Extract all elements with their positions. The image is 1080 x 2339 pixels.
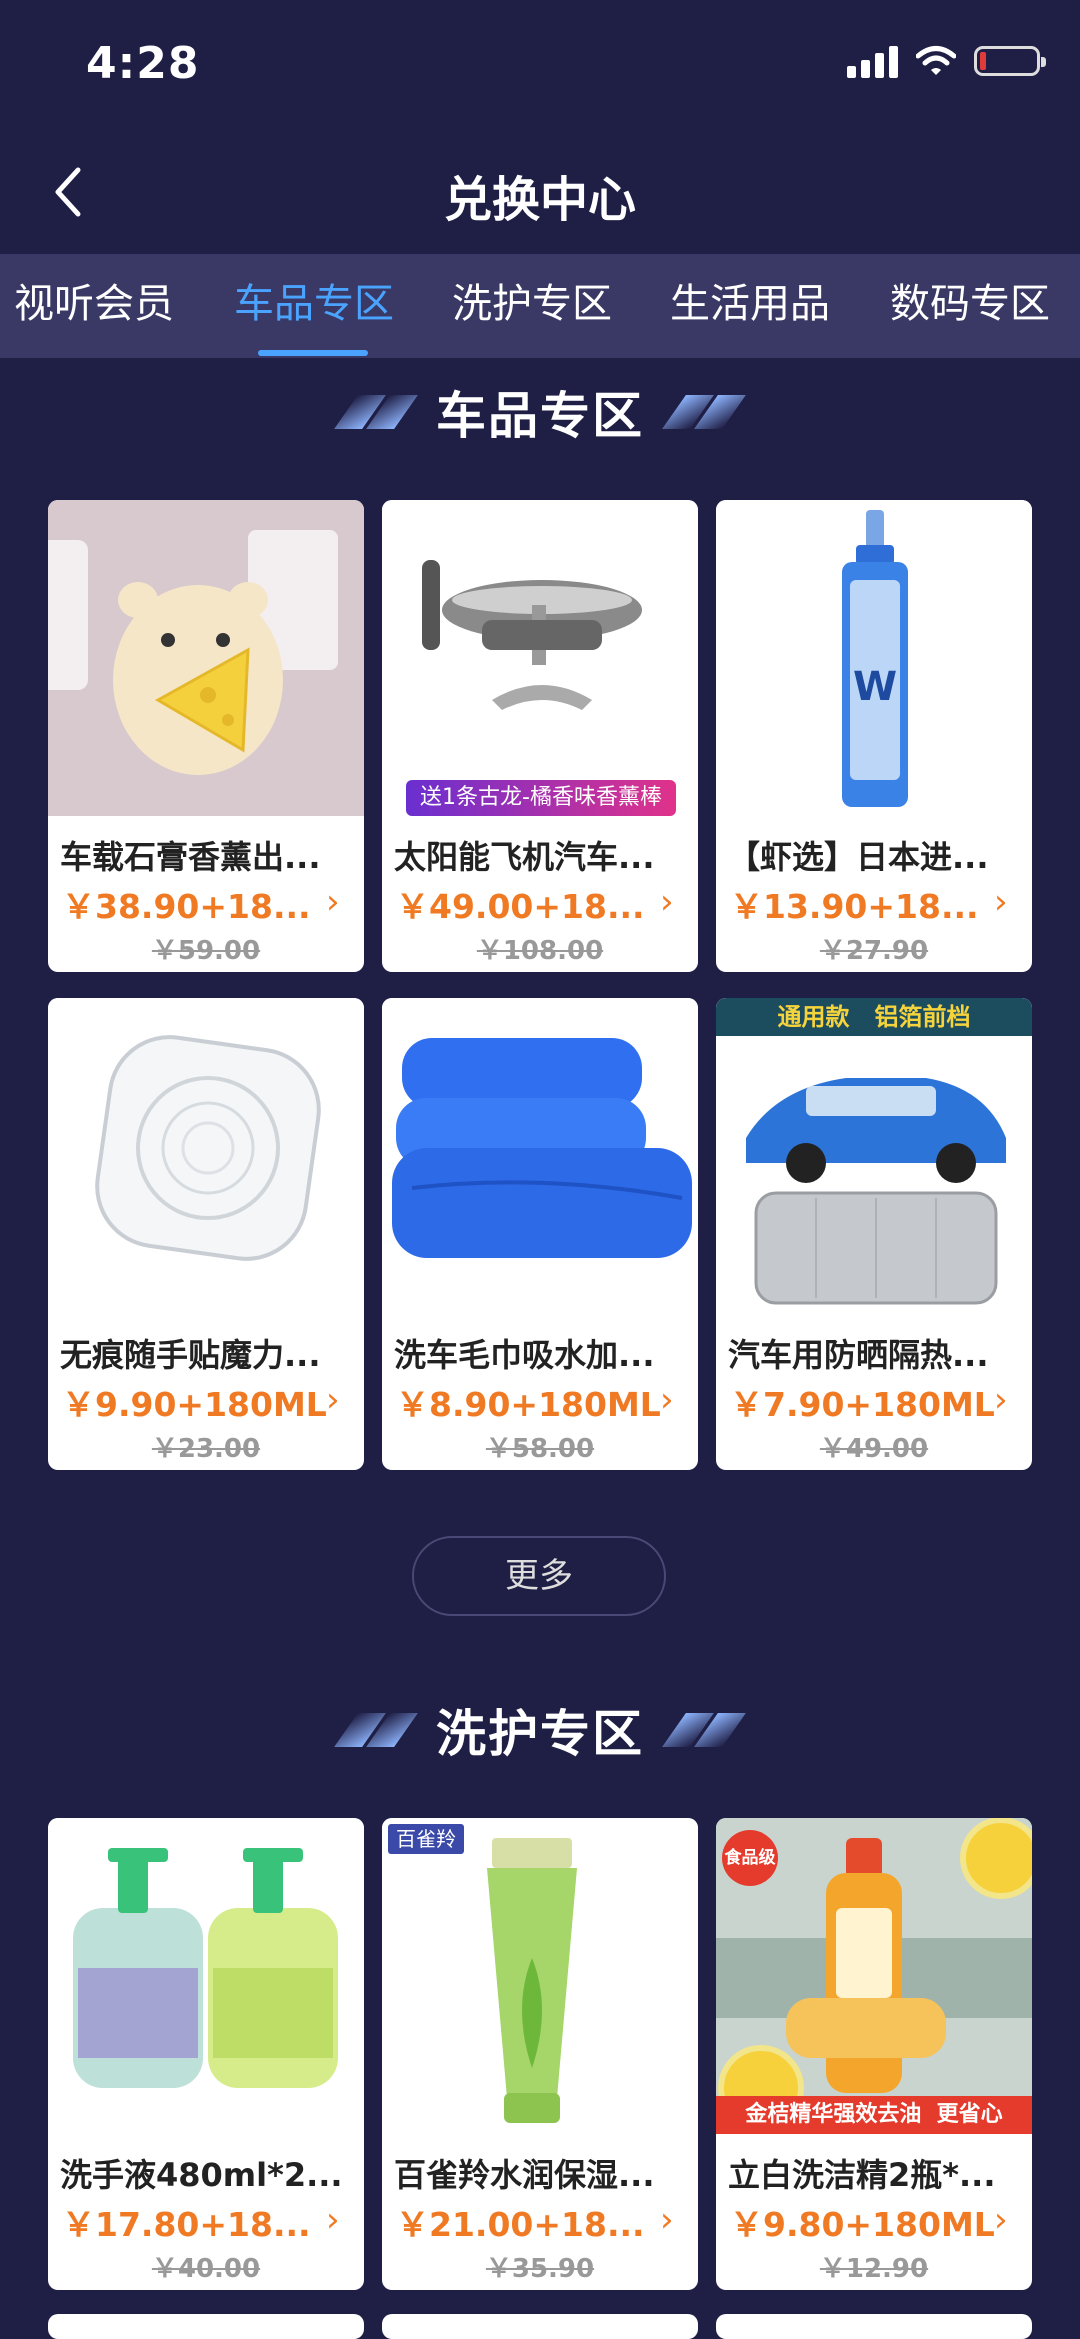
wifi-icon — [916, 46, 956, 75]
tab-video-membership[interactable]: 视听会员 — [14, 254, 174, 358]
header: 兑换中心 — [0, 130, 1080, 254]
chevron-right-icon: › — [326, 882, 340, 922]
signal-icon — [847, 44, 898, 78]
page-title: 兑换中心 — [443, 172, 636, 228]
original-price: ￥108.00 — [476, 936, 604, 966]
product-name: 洗手液480ml*2... — [60, 2156, 343, 2194]
product-price: ￥38.90+18... — [62, 887, 311, 926]
tab-wash-care[interactable]: 洗护专区 — [452, 254, 612, 358]
product-card[interactable]: 车载石膏香薰出... ￥38.90+18... › ￥59.00 — [48, 500, 364, 972]
product-card[interactable]: 洗手液480ml*2... ￥17.80+18... › ￥40.00 — [48, 1818, 364, 2290]
product-name: 汽车用防晒隔热... — [728, 1336, 989, 1374]
product-card[interactable]: 无痕随手贴魔力... ￥9.90+180ML › ￥23.00 — [48, 998, 364, 1470]
product-price: ￥7.90+180ML — [730, 1385, 995, 1424]
product-image: 百雀羚 — [382, 1818, 698, 2134]
chevron-right-icon: › — [660, 2200, 674, 2240]
section-decoration-right — [662, 395, 746, 429]
product-price: ￥21.00+18... — [396, 2205, 645, 2244]
product-image: W — [716, 500, 1032, 816]
original-price: ￥12.90 — [819, 2254, 929, 2284]
product-name: 车载石膏香薰出... — [60, 838, 321, 876]
product-card[interactable]: 食品级 金桔精华强效去油 更省心 立白洗洁精2瓶*... ￥9.80+180ML… — [716, 1818, 1032, 2290]
chevron-right-icon: › — [994, 882, 1008, 922]
product-name: 【虾选】日本进... — [728, 838, 989, 876]
product-image — [382, 998, 698, 1314]
product-price: ￥9.80+180ML — [730, 2205, 995, 2244]
chevron-right-icon: › — [660, 1380, 674, 1420]
original-price: ￥40.00 — [151, 2254, 261, 2284]
product-card[interactable]: 通用款 铝箔前档 汽车用防晒隔热... ￥7.90+180ML › ￥49.00 — [716, 998, 1032, 1470]
product-image — [48, 1818, 364, 2134]
product-card[interactable] — [48, 2314, 364, 2339]
original-price: ￥35.90 — [485, 2254, 595, 2284]
chevron-right-icon: › — [994, 2200, 1008, 2240]
brand-badge: 食品级 — [722, 1830, 778, 1886]
product-card[interactable]: 洗车毛巾吸水加... ￥8.90+180ML › ￥58.00 — [382, 998, 698, 1470]
product-card[interactable] — [716, 2314, 1032, 2339]
product-image — [48, 500, 364, 816]
more-button[interactable]: 更多 — [412, 1536, 666, 1616]
status-time: 4:28 — [86, 38, 200, 89]
section-title: 洗护专区 — [436, 1705, 644, 1763]
section-decoration-left — [334, 395, 418, 429]
product-card[interactable]: 百雀羚 百雀羚水润保湿... ￥21.00+18... › ￥35.90 — [382, 1818, 698, 2290]
product-image: 食品级 金桔精华强效去油 更省心 — [716, 1818, 1032, 2134]
status-icons — [847, 44, 1046, 78]
product-image: 送1条古龙-橘香味香薰棒 — [382, 500, 698, 816]
product-image: 通用款 铝箔前档 — [716, 998, 1032, 1314]
original-price: ￥49.00 — [819, 1434, 929, 1464]
product-name: 无痕随手贴魔力... — [60, 1336, 321, 1374]
original-price: ￥58.00 — [485, 1434, 595, 1464]
battery-icon — [974, 46, 1046, 76]
original-price: ￥27.90 — [819, 936, 929, 966]
product-price: ￥13.90+18... — [730, 887, 979, 926]
product-promo-banner: 金桔精华强效去油 更省心 — [716, 2096, 1032, 2134]
section-decoration-left — [334, 1713, 418, 1747]
chevron-right-icon: › — [326, 2200, 340, 2240]
product-price: ￥9.90+180ML — [62, 1385, 327, 1424]
chevron-right-icon: › — [326, 1380, 340, 1420]
section-header-wash: 洗护专区 — [0, 1690, 1080, 1770]
active-tab-indicator — [258, 350, 368, 356]
product-name: 百雀羚水润保湿... — [394, 2156, 655, 2194]
product-price: ￥8.90+180ML — [396, 1385, 661, 1424]
product-name: 太阳能飞机汽车... — [394, 838, 655, 876]
tab-digital[interactable]: 数码专区 — [890, 254, 1050, 358]
category-tabs: 视听会员 车品专区 洗护专区 生活用品 数码专区 — [0, 254, 1080, 358]
tab-daily-goods[interactable]: 生活用品 — [670, 254, 830, 358]
chevron-right-icon: › — [660, 882, 674, 922]
section-header-car: 车品专区 — [0, 372, 1080, 452]
original-price: ￥59.00 — [151, 936, 261, 966]
section-title: 车品专区 — [436, 387, 644, 445]
original-price: ￥23.00 — [151, 1434, 261, 1464]
chevron-right-icon: › — [994, 1380, 1008, 1420]
product-name: 洗车毛巾吸水加... — [394, 1336, 655, 1374]
product-promo-banner: 送1条古龙-橘香味香薰棒 — [406, 780, 676, 816]
section-decoration-right — [662, 1713, 746, 1747]
product-card[interactable]: W 【虾选】日本进... ￥13.90+18... › ￥27.90 — [716, 500, 1032, 972]
product-card[interactable]: 送1条古龙-橘香味香薰棒 太阳能飞机汽车... ￥49.00+18... › ￥… — [382, 500, 698, 972]
product-price: ￥49.00+18... — [396, 887, 645, 926]
product-name: 立白洗洁精2瓶*... — [728, 2156, 996, 2194]
tab-car-products[interactable]: 车品专区 — [234, 254, 394, 358]
product-price: ￥17.80+18... — [62, 2205, 311, 2244]
product-card[interactable] — [382, 2314, 698, 2339]
product-image — [48, 998, 364, 1314]
svg-text:W: W — [853, 664, 897, 710]
status-bar: 4:28 — [0, 0, 1080, 130]
